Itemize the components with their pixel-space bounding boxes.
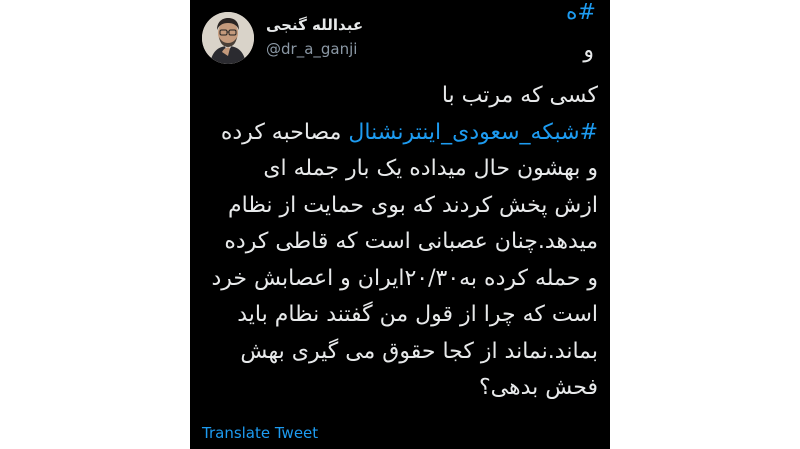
tweet-line-5: میدهد.چنان عصبانی است که قاطی کرده (224, 229, 598, 254)
tweet-body: کسی که مرتب با #شبکه_سعودی_اینترنشنال مص… (200, 78, 598, 407)
profile-photo-icon (202, 12, 254, 64)
tweet-line-2: #شبکه_سعودی_اینترنشنال مصاحبه کرده (200, 115, 598, 152)
tweet-line-1: کسی که مرتب با (441, 83, 598, 108)
screenshot-frame: #ه و عبدالله گنجی @dr_a_ganji کسی که مرت… (0, 0, 800, 449)
tweet-card: #ه و عبدالله گنجی @dr_a_ganji کسی که مرت… (190, 0, 610, 449)
tweet-line-9: فحش بدهی؟ (478, 375, 598, 400)
tweet-line-6: و حمله کرده به۲۰/۳۰ایران و اعصابش خرد (211, 265, 598, 291)
tweet-line-4: ازش پخش کردند که بوی حمایت از نظام (228, 192, 598, 218)
display-name[interactable]: عبدالله گنجی (266, 16, 363, 34)
hashtag-link-inline[interactable]: #شبکه_سعودی_اینترنشنال (348, 120, 598, 145)
tweet-line-3: و بهشون حال میداده یک بار جمله ای (263, 156, 598, 181)
tweet-line-7: است که چرا از قول من گفتند نظام باید (237, 302, 598, 327)
avatar[interactable] (202, 12, 254, 64)
tweet-line-8: بماند.نماند از کجا حقوق می گیری بهش (240, 338, 598, 364)
tweet-line-2-text: مصاحبه کرده (220, 119, 349, 145)
conjunction-text: و (583, 38, 594, 63)
user-handle[interactable]: @dr_a_ganji (266, 40, 357, 58)
hashtag-link-top[interactable]: #ه (566, 0, 596, 25)
translate-tweet-link[interactable]: Translate Tweet (202, 424, 318, 442)
